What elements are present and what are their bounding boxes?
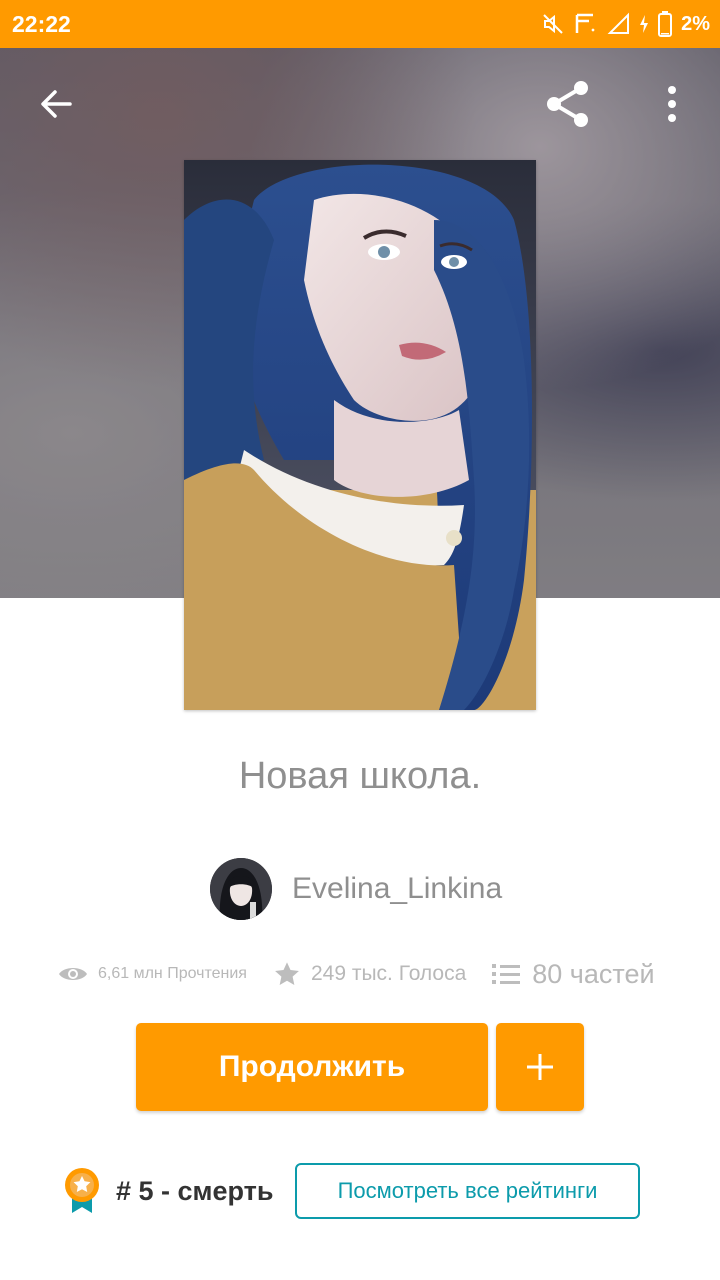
eye-icon — [59, 968, 87, 980]
cover-illustration — [184, 160, 536, 710]
back-button[interactable] — [26, 74, 86, 134]
battery-percent: 2% — [681, 12, 710, 35]
more-vert-icon — [668, 86, 676, 122]
battery-icon — [658, 11, 673, 37]
author-avatar[interactable] — [210, 858, 272, 920]
share-icon — [547, 81, 588, 127]
story-title: Новая школа. — [238, 755, 482, 797]
story-stats: 6,61 млн Прочтения 249 тыс. Голоса 80 ча… — [58, 952, 655, 996]
charging-icon — [640, 15, 649, 33]
continue-reading-button[interactable]: Продолжить — [136, 1023, 488, 1111]
parts-count: 80 частей — [532, 958, 655, 989]
parts-stat: 80 частей — [492, 958, 655, 990]
network-icon — [575, 13, 595, 33]
reads-stat: 6,61 млн Прочтения — [58, 964, 247, 984]
status-bar: 22:22 2% — [0, 0, 720, 48]
ranking-badge-icon — [62, 1167, 102, 1215]
mute-icon — [543, 14, 563, 34]
ranking-text: # 5 - смерть — [116, 1176, 274, 1206]
status-time: 22:22 — [12, 11, 71, 37]
author-name[interactable]: Evelina_Linkina — [292, 872, 502, 906]
reads-count: 6,61 млн Прочтения — [98, 965, 247, 982]
more-options-button[interactable] — [642, 74, 702, 134]
list-icon — [492, 964, 521, 984]
status-icons: 2% — [541, 8, 710, 40]
votes-stat: 249 тыс. Голоса — [273, 960, 466, 988]
plus-icon — [527, 1054, 553, 1080]
back-arrow-icon — [41, 90, 72, 118]
avatar-illustration — [210, 858, 272, 920]
story-cover-image[interactable] — [184, 160, 536, 710]
add-to-library-button[interactable] — [496, 1023, 584, 1111]
star-icon — [275, 962, 299, 985]
author-row[interactable]: Evelina_Linkina — [210, 858, 502, 920]
signal-icon — [607, 12, 630, 34]
view-all-rankings-button[interactable]: Посмотреть все рейтинги — [295, 1163, 640, 1219]
votes-count: 249 тыс. Голоса — [310, 962, 467, 985]
share-button[interactable] — [538, 74, 598, 134]
